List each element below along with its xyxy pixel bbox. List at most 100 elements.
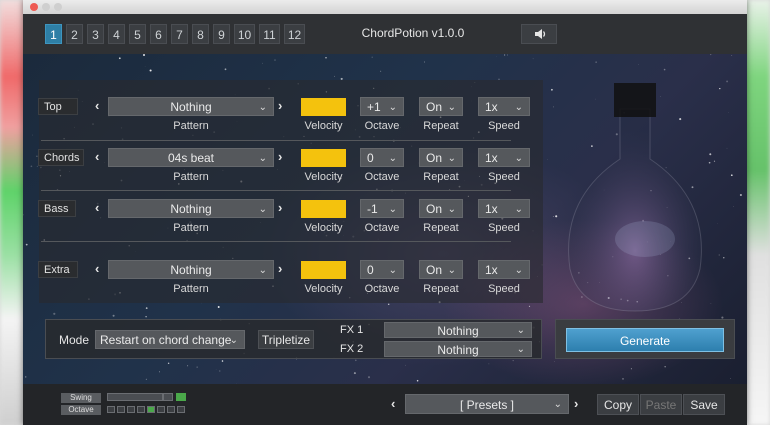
copy-button[interactable]: Copy: [597, 394, 639, 415]
octave-caption: Octave: [364, 171, 400, 183]
generate-button[interactable]: Generate: [566, 328, 724, 352]
octave-cell[interactable]: [157, 406, 165, 413]
repeat-caption: Repeat: [423, 120, 459, 132]
octave-cell[interactable]: [107, 406, 115, 413]
octave-cell[interactable]: [147, 406, 155, 413]
chevron-down-icon: ⌄: [447, 102, 456, 113]
chevron-down-icon: ⌄: [388, 102, 397, 113]
octave-value: -1: [367, 202, 378, 216]
speed-dropdown[interactable]: 1x ⌄: [478, 260, 530, 279]
speed-caption: Speed: [488, 283, 520, 295]
tripletize-button[interactable]: Tripletize: [258, 330, 314, 349]
tab-3[interactable]: 3: [87, 24, 104, 44]
mode-panel: Mode Restart on chord change ⌄ Tripletiz…: [45, 319, 542, 359]
octave-dropdown[interactable]: -1 ⌄: [360, 199, 404, 218]
speed-dropdown[interactable]: 1x ⌄: [478, 97, 530, 116]
velocity-swatch[interactable]: [301, 200, 346, 218]
presets-dropdown[interactable]: [ Presets ] ⌄: [405, 394, 569, 414]
octave-value: 0: [367, 151, 374, 165]
octave-cell[interactable]: [117, 406, 125, 413]
pattern-dropdown-extra[interactable]: Nothing ⌄: [108, 260, 274, 279]
swing-slider-end[interactable]: [163, 393, 173, 401]
paste-button[interactable]: Paste: [640, 394, 682, 415]
tab-4[interactable]: 4: [108, 24, 125, 44]
velocity-swatch[interactable]: [301, 261, 346, 279]
octave-cell[interactable]: [137, 406, 145, 413]
repeat-dropdown[interactable]: On ⌄: [419, 199, 463, 218]
pattern-next-button[interactable]: ›: [278, 200, 282, 215]
octave-caption: Octave: [364, 283, 400, 295]
row-separator: [41, 190, 511, 191]
pattern-caption: Pattern: [173, 283, 209, 295]
pattern-next-button[interactable]: ›: [278, 98, 282, 113]
tab-12[interactable]: 12: [284, 24, 305, 44]
tab-5[interactable]: 5: [129, 24, 146, 44]
tab-9[interactable]: 9: [213, 24, 230, 44]
chevron-down-icon: ⌄: [388, 204, 397, 215]
zoom-window-button[interactable]: [54, 3, 62, 11]
octave-dropdown[interactable]: +1 ⌄: [360, 97, 404, 116]
tab-7[interactable]: 7: [171, 24, 188, 44]
speaker-button[interactable]: [521, 24, 557, 44]
main-area: Top ‹ Nothing ⌄ › +1 ⌄ On ⌄ 1x ⌄ Pattern Velocity Oct…: [23, 54, 747, 384]
row-label-bass: Bass: [38, 200, 76, 217]
header-bar: 1 2 3 4 5 6 7 8 9 10 11 12 ChordPotion v1.0.0: [23, 14, 747, 54]
save-button[interactable]: Save: [683, 394, 725, 415]
fx2-dropdown[interactable]: Nothing ⌄: [384, 341, 532, 357]
repeat-dropdown[interactable]: On ⌄: [419, 148, 463, 167]
tab-6[interactable]: 6: [150, 24, 167, 44]
pattern-dropdown-bass[interactable]: Nothing ⌄: [108, 199, 274, 218]
row-label-chords: Chords: [38, 149, 84, 166]
presets-next-button[interactable]: ›: [574, 396, 578, 411]
pattern-prev-button[interactable]: ‹: [95, 149, 99, 164]
row-label-top: Top: [38, 98, 78, 115]
tab-8[interactable]: 8: [192, 24, 209, 44]
pattern-next-button[interactable]: ›: [278, 149, 282, 164]
tab-2[interactable]: 2: [66, 24, 83, 44]
pattern-dropdown-top[interactable]: Nothing ⌄: [108, 97, 274, 116]
chevron-down-icon: ⌄: [516, 325, 525, 336]
speed-dropdown[interactable]: 1x ⌄: [478, 148, 530, 167]
octave-cell[interactable]: [167, 406, 175, 413]
tab-1[interactable]: 1: [45, 24, 62, 44]
octave-cell[interactable]: [177, 406, 185, 413]
speed-value: 1x: [485, 100, 498, 114]
chevron-down-icon: ⌄: [258, 265, 267, 276]
pattern-prev-button[interactable]: ‹: [95, 98, 99, 113]
pattern-dropdown-chords[interactable]: 04s beat ⌄: [108, 148, 274, 167]
swing-indicator: [176, 393, 186, 401]
fx1-dropdown[interactable]: Nothing ⌄: [384, 322, 532, 338]
tab-11[interactable]: 11: [259, 24, 280, 44]
pattern-caption: Pattern: [173, 171, 209, 183]
close-window-button[interactable]: [30, 3, 38, 11]
chevron-down-icon: ⌄: [514, 265, 523, 276]
speaker-icon: [535, 29, 546, 39]
pattern-caption: Pattern: [173, 222, 209, 234]
minimize-window-button[interactable]: [42, 3, 50, 11]
octave-cell[interactable]: [127, 406, 135, 413]
velocity-swatch[interactable]: [301, 98, 346, 116]
plugin-window: 1 2 3 4 5 6 7 8 9 10 11 12 ChordPotion v1.0.0 Top ‹ N…: [23, 0, 747, 425]
velocity-swatch[interactable]: [301, 149, 346, 167]
fx2-value: Nothing: [437, 343, 479, 357]
speed-caption: Speed: [488, 120, 520, 132]
speed-dropdown[interactable]: 1x ⌄: [478, 199, 530, 218]
repeat-dropdown[interactable]: On ⌄: [419, 97, 463, 116]
presets-prev-button[interactable]: ‹: [391, 396, 395, 411]
pattern-prev-button[interactable]: ‹: [95, 200, 99, 215]
bottle-illustration: [568, 83, 702, 312]
tab-10[interactable]: 10: [234, 24, 255, 44]
repeat-caption: Repeat: [423, 283, 459, 295]
row-separator: [41, 241, 511, 242]
repeat-dropdown[interactable]: On ⌄: [419, 260, 463, 279]
mode-dropdown[interactable]: Restart on chord change ⌄: [95, 330, 245, 349]
velocity-caption: Velocity: [304, 120, 343, 132]
octave-dropdown[interactable]: 0 ⌄: [360, 148, 404, 167]
pattern-prev-button[interactable]: ‹: [95, 261, 99, 276]
octave-dropdown[interactable]: 0 ⌄: [360, 260, 404, 279]
velocity-caption: Velocity: [304, 171, 343, 183]
pattern-next-button[interactable]: ›: [278, 261, 282, 276]
velocity-caption: Velocity: [304, 222, 343, 234]
speed-caption: Speed: [488, 171, 520, 183]
swing-slider[interactable]: [107, 393, 163, 401]
